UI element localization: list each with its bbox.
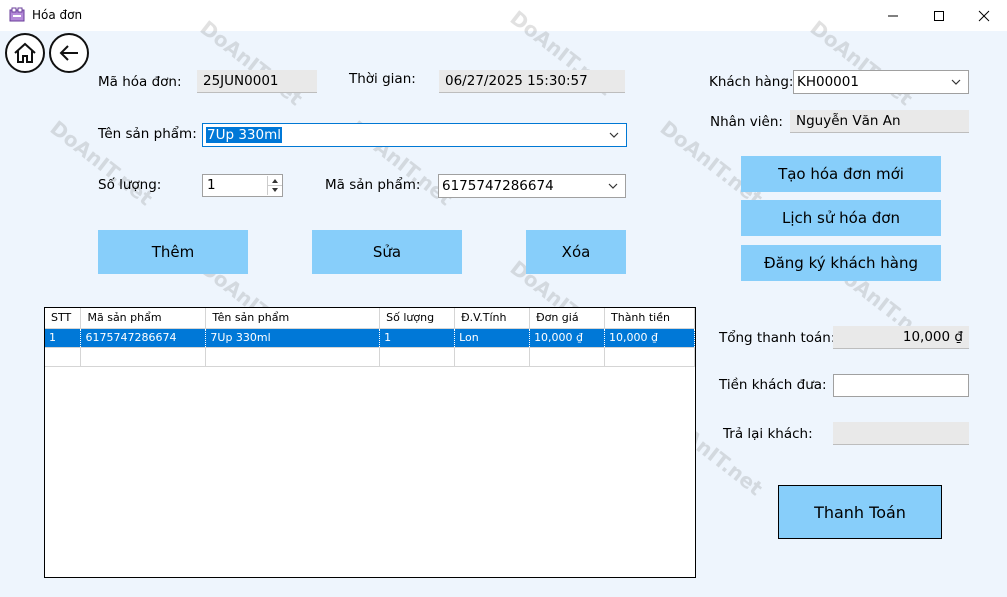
stepper-buttons[interactable] — [267, 176, 282, 195]
invoice-app-icon — [9, 7, 25, 22]
table-new-row[interactable] — [45, 347, 695, 367]
customer-value: KH00001 — [797, 74, 859, 90]
quantity-value: 1 — [207, 177, 216, 193]
invoice-history-button[interactable]: Lịch sử hóa đơn — [741, 200, 941, 236]
table-row[interactable]: 1 6175747286674 7Up 330ml 1 Lon 10,000 ₫… — [45, 328, 695, 348]
product-code-value: 6175747286674 — [442, 178, 554, 194]
pay-button[interactable]: Thanh Toán — [778, 485, 942, 539]
invoice-form: DoAnIT.net DoAnIT.net DoAnIT.net DoAnIT.… — [0, 6, 1007, 597]
edit-button[interactable]: Sửa — [312, 230, 462, 274]
back-arrow-icon — [59, 45, 78, 61]
chevron-down-icon — [609, 132, 619, 138]
table-cell[interactable]: Lon — [454, 328, 531, 348]
table-cell[interactable]: 10,000 ₫ — [529, 328, 605, 348]
table-cell[interactable] — [80, 347, 207, 367]
time-field: 06/27/2025 15:30:57 — [439, 70, 625, 93]
change-label: Trả lại khách: — [723, 426, 813, 442]
table-cell[interactable]: 6175747286674 — [80, 328, 207, 348]
minimize-icon — [888, 15, 898, 16]
column-header[interactable]: Số lượng — [379, 308, 456, 329]
column-header[interactable]: Thành tiền — [604, 308, 695, 329]
invoice-id-field: 25JUN0001 — [197, 70, 317, 93]
back-button[interactable] — [49, 33, 89, 73]
stepper-arrows-icon — [268, 179, 282, 192]
close-button[interactable] — [961, 0, 1007, 31]
add-button[interactable]: Thêm — [98, 230, 248, 274]
invoice-items-grid[interactable]: STT Mã sản phẩm Tên sản phẩm Số lượng Đ.… — [44, 307, 696, 578]
delete-button[interactable]: Xóa — [526, 230, 626, 274]
chevron-down-icon — [951, 79, 961, 85]
product-code-label: Mã sản phẩm: — [325, 177, 421, 193]
home-icon — [14, 42, 36, 63]
table-cell[interactable] — [604, 347, 695, 367]
customer-label: Khách hàng: — [709, 74, 794, 90]
table-cell[interactable]: 1 — [379, 328, 456, 348]
title-bar: Hóa đơn — [0, 0, 1007, 31]
cash-given-input[interactable] — [833, 374, 969, 397]
table-cell[interactable] — [454, 347, 531, 367]
time-label: Thời gian: — [349, 71, 416, 87]
invoice-id-label: Mã hóa đơn: — [98, 74, 182, 90]
maximize-button[interactable] — [916, 0, 962, 31]
close-icon — [978, 10, 990, 21]
employee-field: Nguyễn Văn An — [790, 110, 969, 133]
minimize-button[interactable] — [870, 0, 916, 31]
new-invoice-button[interactable]: Tạo hóa đơn mới — [741, 156, 941, 192]
product-code-combobox[interactable]: 6175747286674 — [438, 174, 626, 198]
table-cell[interactable]: 7Up 330ml — [205, 328, 381, 348]
column-header[interactable]: Đ.V.Tính — [454, 308, 531, 329]
table-cell[interactable] — [205, 347, 381, 367]
window-title: Hóa đơn — [32, 8, 83, 22]
change-field — [833, 422, 969, 445]
employee-label: Nhân viên: — [710, 114, 783, 130]
product-name-value: 7Up 330ml — [206, 127, 282, 143]
total-label: Tổng thanh toán: — [719, 330, 836, 346]
product-name-label: Tên sản phẩm: — [98, 126, 197, 142]
maximize-icon — [934, 10, 944, 21]
table-cell[interactable] — [529, 347, 605, 367]
column-header[interactable]: Tên sản phẩm — [205, 308, 381, 329]
home-button[interactable] — [5, 33, 45, 73]
column-header[interactable]: Đơn giá — [529, 308, 605, 329]
customer-combobox[interactable]: KH00001 — [793, 70, 969, 94]
table-cell[interactable] — [379, 347, 456, 367]
total-field: 10,000 ₫ — [833, 326, 969, 349]
table-cell[interactable]: 1 — [45, 328, 82, 348]
product-name-combobox[interactable]: 7Up 330ml — [202, 123, 627, 147]
chevron-down-icon — [608, 183, 618, 189]
quantity-label: Số lượng: — [98, 177, 162, 193]
column-header[interactable]: STT — [45, 308, 82, 329]
register-customer-button[interactable]: Đăng ký khách hàng — [741, 245, 941, 281]
cash-given-label: Tiền khách đưa: — [719, 377, 827, 393]
table-cell[interactable]: 10,000 ₫ — [604, 328, 695, 348]
quantity-stepper[interactable]: 1 — [202, 174, 283, 197]
table-cell[interactable] — [45, 347, 82, 367]
invoice-items-table: STT Mã sản phẩm Tên sản phẩm Số lượng Đ.… — [45, 308, 695, 367]
column-header[interactable]: Mã sản phẩm — [80, 308, 207, 329]
